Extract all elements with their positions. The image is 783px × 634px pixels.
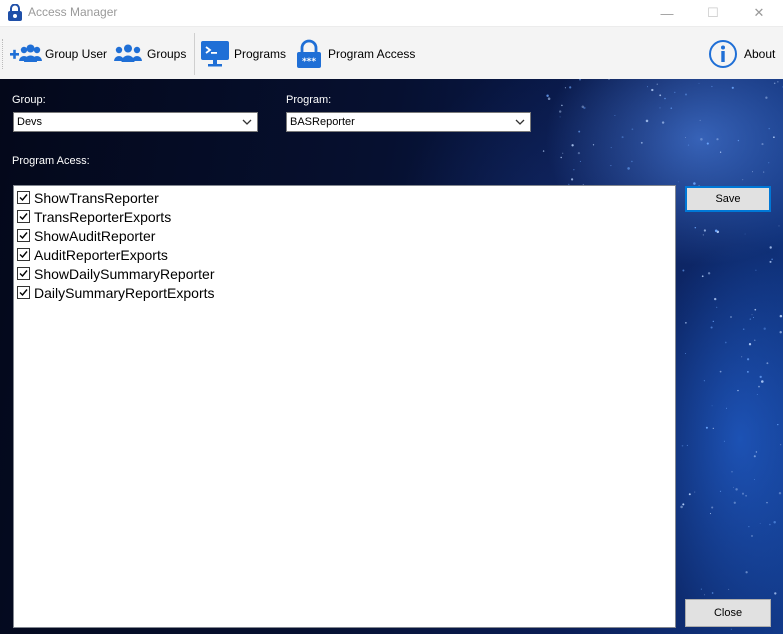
program-access-list[interactable]: ShowTransReporter TransReporterExports S… xyxy=(13,185,676,628)
terminal-monitor-icon xyxy=(201,40,229,66)
window-title: Access Manager xyxy=(28,5,118,19)
access-manager-window: Access Manager — ☐ ✕ Group User Groups P… xyxy=(0,0,783,634)
groups-label: Groups xyxy=(147,46,187,61)
close-window-button[interactable]: ✕ xyxy=(736,0,782,26)
checkbox[interactable] xyxy=(17,248,30,261)
title-bar: Access Manager — ☐ ✕ xyxy=(0,0,783,26)
list-item[interactable]: ShowTransReporter xyxy=(17,188,159,207)
checkbox[interactable] xyxy=(17,191,30,204)
group-select[interactable]: Devs xyxy=(13,112,258,132)
list-item-label: DailySummaryReportExports xyxy=(34,284,215,301)
programs-label: Programs xyxy=(234,46,287,61)
list-item-label: ShowAuditReporter xyxy=(34,227,156,244)
checkmark-icon xyxy=(19,194,28,202)
groups-button[interactable]: Groups xyxy=(112,27,186,80)
programs-button[interactable]: Programs xyxy=(200,27,286,80)
checkmark-icon xyxy=(19,213,28,221)
checkmark-icon xyxy=(19,232,28,240)
minimize-button[interactable]: — xyxy=(644,0,690,26)
list-item[interactable]: ShowAuditReporter xyxy=(17,226,155,245)
list-item-label: TransReporterExports xyxy=(34,208,172,225)
app-lock-icon xyxy=(8,4,22,21)
list-item[interactable]: DailySummaryReportExports xyxy=(17,283,215,302)
program-select[interactable]: BASReporter xyxy=(286,112,531,132)
program-access-button[interactable]: *** Program Access xyxy=(296,27,415,80)
toolbar: Group User Groups Programs *** Program A… xyxy=(0,26,783,80)
program-access-label: Program Access xyxy=(328,46,416,61)
main-panel: Group: Devs Program: BASReporter Program… xyxy=(0,79,783,634)
checkbox[interactable] xyxy=(17,286,30,299)
program-select-value: BASReporter xyxy=(290,116,355,128)
checkbox[interactable] xyxy=(17,229,30,242)
list-item-label: ShowTransReporter xyxy=(34,189,159,206)
about-button[interactable]: About xyxy=(708,27,775,80)
save-button[interactable]: Save xyxy=(685,186,771,212)
about-label: About xyxy=(744,46,776,61)
list-item[interactable]: ShowDailySummaryReporter xyxy=(17,264,215,283)
chevron-down-icon xyxy=(242,119,252,125)
toolbar-grip xyxy=(2,39,5,69)
users-group-icon xyxy=(114,44,142,62)
program-label: Program: xyxy=(286,94,332,106)
group-user-button[interactable]: Group User xyxy=(10,27,107,80)
checkbox[interactable] xyxy=(17,210,30,223)
maximize-button[interactable]: ☐ xyxy=(690,0,736,26)
list-item-label: AuditReporterExports xyxy=(34,246,168,263)
program-access-list-label: Program Acess: xyxy=(12,155,90,167)
checkmark-icon xyxy=(19,289,28,297)
checkmark-icon xyxy=(19,270,28,278)
checkmark-icon xyxy=(19,251,28,259)
chevron-down-icon xyxy=(515,119,525,125)
svg-text:***: *** xyxy=(302,57,316,67)
add-user-group-icon xyxy=(10,44,42,62)
list-item-label: ShowDailySummaryReporter xyxy=(34,265,215,282)
list-item[interactable]: AuditReporterExports xyxy=(17,245,168,264)
close-button[interactable]: Close xyxy=(685,599,771,627)
list-item[interactable]: TransReporterExports xyxy=(17,207,171,226)
password-lock-icon: *** xyxy=(297,39,321,68)
group-user-label: Group User xyxy=(45,46,108,61)
group-select-value: Devs xyxy=(17,116,43,128)
info-circle-icon xyxy=(709,39,737,68)
toolbar-separator xyxy=(194,33,195,75)
checkbox[interactable] xyxy=(17,267,30,280)
group-label: Group: xyxy=(12,94,46,106)
